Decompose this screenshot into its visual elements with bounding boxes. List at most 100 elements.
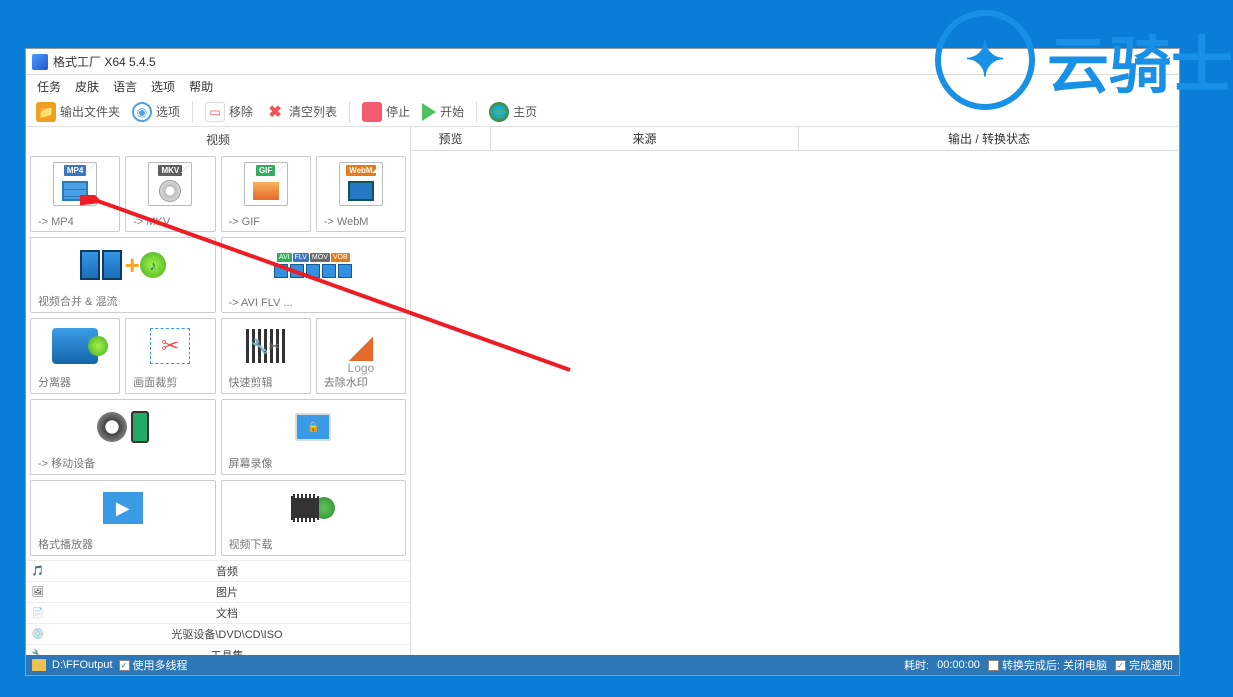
notify-label: 完成通知 bbox=[1129, 657, 1173, 673]
category-doc[interactable]: 📄文档 bbox=[26, 602, 410, 623]
play-icon bbox=[422, 103, 436, 121]
clear-icon: ✖ bbox=[265, 102, 285, 122]
folder-icon: 📁 bbox=[36, 102, 56, 122]
notify-toggle[interactable]: 完成通知 bbox=[1115, 657, 1173, 673]
output-folder-button[interactable]: 📁 输出文件夹 bbox=[32, 100, 124, 124]
doc-icon: 📄 bbox=[32, 607, 44, 619]
quickcut-icon: 🔧✂ bbox=[246, 329, 286, 363]
home-button[interactable]: 🌐 主页 bbox=[485, 100, 541, 124]
watermark-logo-icon: ✦ bbox=[935, 10, 1035, 110]
stop-icon bbox=[362, 102, 382, 122]
multithread-label: 使用多线程 bbox=[133, 657, 188, 673]
col-preview[interactable]: 预览 bbox=[411, 127, 491, 150]
tile-webm[interactable]: WebM -> WebM bbox=[316, 156, 406, 232]
sidebar: 视频 MP4 -> MP4 MKV -> MKV GIF -> GIF WebM… bbox=[26, 127, 411, 655]
phone-icon bbox=[131, 411, 149, 443]
options-button[interactable]: ◉ 选项 bbox=[128, 100, 184, 124]
remove-button[interactable]: ▭ 移除 bbox=[201, 100, 257, 124]
shutdown-label: 关闭电脑 bbox=[1063, 657, 1107, 673]
plus-icon: + bbox=[125, 250, 140, 281]
image-cat-icon: 🖼 bbox=[32, 586, 44, 598]
film-icon bbox=[348, 181, 374, 201]
separator bbox=[192, 101, 193, 123]
tile-gif-label: -> GIF bbox=[225, 216, 307, 228]
menu-task[interactable]: 任务 bbox=[30, 78, 68, 95]
output-path[interactable]: D:\FFOutput bbox=[52, 659, 113, 671]
tile-crop-label: 画面裁剪 bbox=[129, 374, 211, 390]
after-done-toggle[interactable]: 转换完成后: 关闭电脑 bbox=[988, 657, 1107, 673]
mp4-tag: MP4 bbox=[64, 165, 86, 176]
checkbox-icon bbox=[988, 660, 999, 671]
elapsed-label: 耗时: bbox=[904, 657, 929, 673]
merge-icon bbox=[80, 250, 122, 280]
column-headers: 预览 来源 输出 / 转换状态 bbox=[411, 127, 1179, 151]
tile-mkv[interactable]: MKV -> MKV bbox=[125, 156, 215, 232]
audio-icon: 🎵 bbox=[32, 565, 44, 577]
tile-quickcut-label: 快速剪辑 bbox=[225, 374, 307, 390]
tile-watermark[interactable]: ◢ Logo 去除水印 bbox=[316, 318, 406, 394]
tile-splitter-label: 分离器 bbox=[34, 374, 116, 390]
options-label: 选项 bbox=[156, 103, 180, 120]
video-file-icon bbox=[62, 181, 88, 201]
category-image[interactable]: 🖼图片 bbox=[26, 581, 410, 602]
gear-icon: ◉ bbox=[132, 102, 152, 122]
tile-avi-etc[interactable]: AVIFLVMOVVOB -> AVI FLV ... bbox=[221, 237, 407, 313]
tile-merge[interactable]: + ♪ 视频合并 & 混流 bbox=[30, 237, 216, 313]
mkv-tag: MKV bbox=[158, 165, 182, 176]
disc-icon bbox=[159, 180, 181, 202]
col-status[interactable]: 输出 / 转换状态 bbox=[799, 127, 1179, 150]
clear-label: 清空列表 bbox=[289, 103, 337, 120]
disc-device-icon bbox=[97, 412, 127, 442]
tile-gif[interactable]: GIF -> GIF bbox=[221, 156, 311, 232]
tile-avi-label: -> AVI FLV ... bbox=[225, 297, 403, 309]
watermark-text: 云骑士 bbox=[1047, 15, 1233, 105]
menu-skin[interactable]: 皮肤 bbox=[68, 78, 106, 95]
format-grid: MP4 -> MP4 MKV -> MKV GIF -> GIF WebM ->… bbox=[26, 152, 410, 560]
tile-mp4[interactable]: MP4 -> MP4 bbox=[30, 156, 120, 232]
sidebar-header: 视频 bbox=[26, 127, 410, 152]
tile-download-label: 视频下载 bbox=[225, 536, 403, 552]
checkbox-icon bbox=[1115, 660, 1126, 671]
logo-text: Logo bbox=[348, 361, 375, 375]
window-title: 格式工厂 X64 5.4.5 bbox=[53, 53, 156, 70]
globe-icon: 🌐 bbox=[489, 102, 509, 122]
gif-tag: GIF bbox=[256, 165, 275, 176]
start-button[interactable]: 开始 bbox=[418, 101, 468, 123]
stop-button[interactable]: 停止 bbox=[358, 100, 414, 124]
tile-crop[interactable]: ✂ 画面裁剪 bbox=[125, 318, 215, 394]
clear-list-button[interactable]: ✖ 清空列表 bbox=[261, 100, 341, 124]
start-label: 开始 bbox=[440, 103, 464, 120]
category-tools[interactable]: 🔧工具集 bbox=[26, 644, 410, 655]
menu-options[interactable]: 选项 bbox=[144, 78, 182, 95]
tile-player-label: 格式播放器 bbox=[34, 536, 212, 552]
remove-label: 移除 bbox=[229, 103, 253, 120]
workarea: 预览 来源 输出 / 转换状态 bbox=[411, 127, 1179, 655]
separator bbox=[476, 101, 477, 123]
tile-screenrec-label: 屏幕录像 bbox=[225, 455, 403, 471]
home-label: 主页 bbox=[513, 103, 537, 120]
menu-lang[interactable]: 语言 bbox=[106, 78, 144, 95]
tile-download[interactable]: 视频下载 bbox=[221, 480, 407, 556]
statusbar-folder-icon[interactable] bbox=[32, 659, 46, 671]
multithread-toggle[interactable]: 使用多线程 bbox=[119, 657, 188, 673]
format-icons-row bbox=[274, 264, 352, 278]
category-optical[interactable]: 💿光驱设备\DVD\CD\ISO bbox=[26, 623, 410, 644]
tile-screenrec[interactable]: 🔒 屏幕录像 bbox=[221, 399, 407, 475]
app-window: 格式工厂 X64 5.4.5 × 任务 皮肤 语言 选项 帮助 📁 输出文件夹 … bbox=[25, 48, 1180, 676]
tile-mobile[interactable]: -> 移动设备 bbox=[30, 399, 216, 475]
download-icon bbox=[291, 496, 335, 520]
menu-help[interactable]: 帮助 bbox=[182, 78, 220, 95]
tile-player[interactable]: ▶ 格式播放器 bbox=[30, 480, 216, 556]
tile-quickcut[interactable]: 🔧✂ 快速剪辑 bbox=[221, 318, 311, 394]
watermark: ✦ 云骑士 bbox=[935, 10, 1233, 110]
category-audio[interactable]: 🎵音频 bbox=[26, 560, 410, 581]
checkbox-icon bbox=[119, 660, 130, 671]
statusbar: D:\FFOutput 使用多线程 耗时: 00:00:00 转换完成后: 关闭… bbox=[26, 655, 1179, 675]
crop-icon: ✂ bbox=[150, 328, 190, 364]
category-list: 🎵音频 🖼图片 📄文档 💿光驱设备\DVD\CD\ISO 🔧工具集 bbox=[26, 560, 410, 655]
tile-splitter[interactable]: 分离器 bbox=[30, 318, 120, 394]
tile-mobile-label: -> 移动设备 bbox=[34, 455, 212, 471]
output-folder-label: 输出文件夹 bbox=[60, 103, 120, 120]
col-source[interactable]: 来源 bbox=[491, 127, 799, 150]
scissors-icon: ✂ bbox=[161, 333, 179, 359]
